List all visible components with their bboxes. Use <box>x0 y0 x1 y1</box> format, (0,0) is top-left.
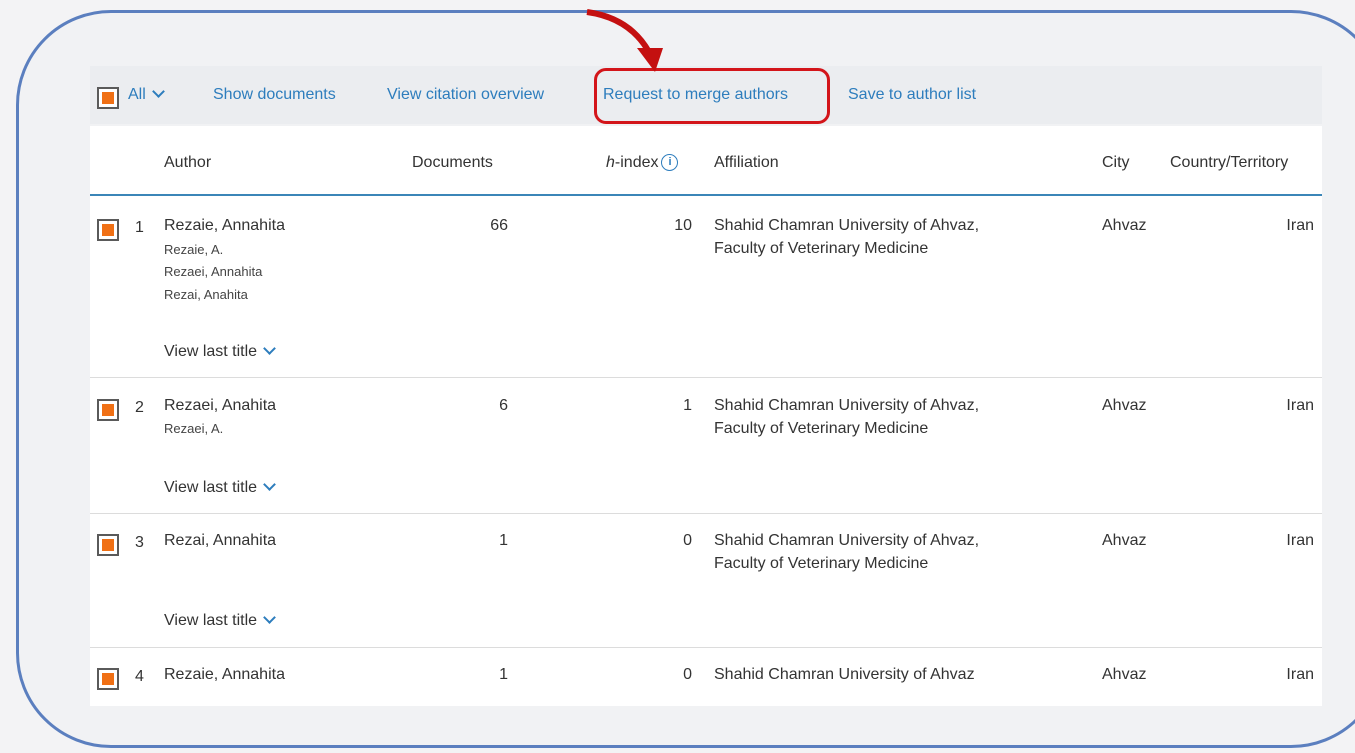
header-divider <box>90 194 1322 196</box>
chevron-down-icon <box>263 478 276 491</box>
documents-count[interactable]: 66 <box>440 217 508 235</box>
city-value: Ahvaz <box>1102 666 1147 683</box>
column-header-author[interactable]: Author <box>164 154 211 172</box>
author-name-variant: Rezaei, Annahita <box>164 264 263 279</box>
row-checkbox[interactable] <box>97 399 119 421</box>
documents-count[interactable]: 1 <box>440 666 508 684</box>
chevron-down-icon <box>151 85 165 98</box>
arrow-annotation-icon <box>586 9 663 72</box>
affiliation-line1[interactable]: Shahid Chamran University of Ahvaz <box>714 666 975 684</box>
row-divider <box>90 647 1322 648</box>
city-value: Ahvaz <box>1102 532 1147 549</box>
select-all-checkbox[interactable] <box>97 87 119 109</box>
documents-count[interactable]: 1 <box>440 532 508 550</box>
row-checkbox[interactable] <box>97 668 119 690</box>
country-value: Iran <box>1286 217 1314 234</box>
view-last-title-label: View last title <box>164 479 258 496</box>
affiliation-line2: Faculty of Veterinary Medicine <box>714 555 929 572</box>
row-divider <box>90 377 1322 378</box>
affiliation-line1[interactable]: Shahid Chamran University of Ahvaz, <box>714 397 979 415</box>
row-checkbox[interactable] <box>97 534 119 556</box>
documents-count[interactable]: 6 <box>440 397 508 415</box>
city-value: Ahvaz <box>1102 397 1147 414</box>
column-header-h-index[interactable]: h-index i <box>606 154 679 172</box>
city-value: Ahvaz <box>1102 217 1147 234</box>
view-last-title-toggle[interactable]: View last title <box>164 478 276 497</box>
author-name-link[interactable]: Rezaei, Anahita <box>164 397 276 415</box>
row-number: 1 <box>135 219 144 236</box>
row-number: 4 <box>135 668 144 685</box>
author-name-variant: Rezaie, A. <box>164 242 224 257</box>
chevron-down-icon <box>263 611 276 624</box>
row-number: 3 <box>135 534 144 551</box>
h-index-value: 0 <box>683 666 692 683</box>
view-last-title-toggle[interactable]: View last title <box>164 611 276 630</box>
column-header-country[interactable]: Country/Territory <box>1170 154 1288 172</box>
affiliation-line1[interactable]: Shahid Chamran University of Ahvaz, <box>714 217 979 235</box>
view-last-title-label: View last title <box>164 343 258 360</box>
show-documents-link[interactable]: Show documents <box>213 86 336 104</box>
author-results-table <box>90 126 1322 706</box>
column-header-documents[interactable]: Documents <box>412 154 493 172</box>
country-value: Iran <box>1286 532 1314 549</box>
column-header-city[interactable]: City <box>1102 154 1130 172</box>
chevron-down-icon <box>263 342 276 355</box>
info-icon[interactable]: i <box>661 154 679 172</box>
country-value: Iran <box>1286 397 1314 414</box>
author-name-variant: Rezaei, A. <box>164 421 224 436</box>
h-index-label: -index <box>614 154 659 171</box>
affiliation-line2: Faculty of Veterinary Medicine <box>714 240 929 257</box>
save-to-author-list-link[interactable]: Save to author list <box>848 86 976 104</box>
affiliation-line2: Faculty of Veterinary Medicine <box>714 420 929 437</box>
select-all-label: All <box>128 86 146 103</box>
row-divider <box>90 513 1322 514</box>
row-number: 2 <box>135 399 144 416</box>
h-index-value: 10 <box>674 217 692 234</box>
view-last-title-label: View last title <box>164 612 258 629</box>
author-name-link[interactable]: Rezaie, Annahita <box>164 666 285 684</box>
select-all-dropdown[interactable]: All <box>128 85 165 104</box>
h-index-value: 1 <box>683 397 692 414</box>
author-name-variant: Rezai, Anahita <box>164 287 248 302</box>
h-index-h-label: h <box>606 154 615 171</box>
country-value: Iran <box>1286 666 1314 683</box>
author-name-link[interactable]: Rezai, Annahita <box>164 532 276 550</box>
column-header-affiliation[interactable]: Affiliation <box>714 154 779 172</box>
affiliation-line1[interactable]: Shahid Chamran University of Ahvaz, <box>714 532 979 550</box>
row-checkbox[interactable] <box>97 219 119 241</box>
h-index-value: 0 <box>683 532 692 549</box>
view-citation-overview-link[interactable]: View citation overview <box>387 86 544 104</box>
view-last-title-toggle[interactable]: View last title <box>164 342 276 361</box>
author-name-link[interactable]: Rezaie, Annahita <box>164 217 285 235</box>
